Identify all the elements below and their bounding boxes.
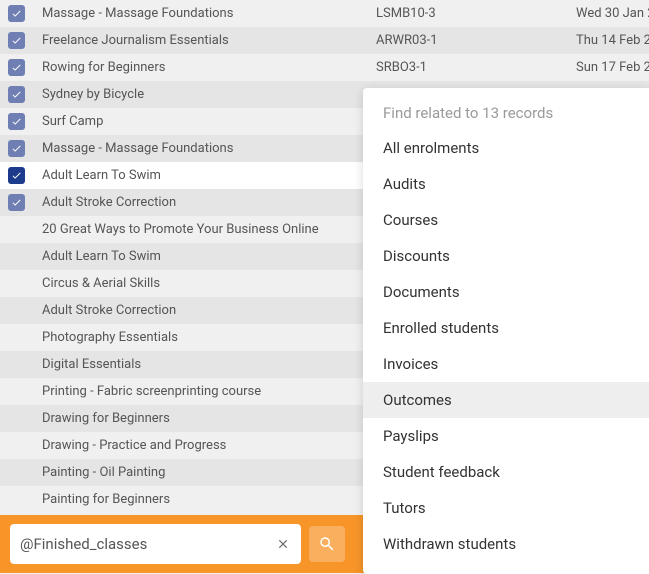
- checkbox-icon: [8, 59, 25, 76]
- class-date: Thu 14 Feb 2: [576, 33, 649, 48]
- class-name: Massage - Massage Foundations: [26, 6, 376, 21]
- dropdown-item[interactable]: Tutors: [363, 490, 649, 526]
- checkbox-icon: [8, 32, 25, 49]
- class-name: Adult Stroke Correction: [0, 303, 350, 318]
- class-name: Digital Essentials: [0, 357, 350, 372]
- checkbox-icon: [8, 113, 25, 130]
- class-name: Adult Stroke Correction: [26, 195, 376, 210]
- dropdown-item[interactable]: Outcomes: [363, 382, 649, 418]
- dropdown-item[interactable]: Invoices: [363, 346, 649, 382]
- checkbox-cell[interactable]: [0, 167, 26, 184]
- class-date: Sun 17 Feb 20: [576, 60, 649, 75]
- dropdown-title: Find related to 13 records: [363, 100, 649, 130]
- table-row[interactable]: Rowing for BeginnersSRBO3-1Sun 17 Feb 20: [0, 54, 649, 81]
- dropdown-item[interactable]: Payslips: [363, 418, 649, 454]
- dropdown-item[interactable]: Documents: [363, 274, 649, 310]
- checkbox-icon: [8, 167, 25, 184]
- class-name: Rowing for Beginners: [26, 60, 376, 75]
- class-name: Photography Essentials: [0, 330, 350, 345]
- dropdown-item[interactable]: Withdrawn students: [363, 526, 649, 562]
- class-name: Massage - Massage Foundations: [26, 141, 376, 156]
- class-name: Drawing for Beginners: [0, 411, 350, 426]
- clear-search-button[interactable]: [275, 536, 291, 552]
- class-name: Sydney by Bicycle: [26, 87, 376, 102]
- class-name: Drawing - Practice and Progress: [0, 438, 350, 453]
- class-name: Freelance Journalism Essentials: [26, 33, 376, 48]
- class-name: Printing - Fabric screenprinting course: [0, 384, 350, 399]
- class-name: Surf Camp: [26, 114, 376, 129]
- dropdown-item[interactable]: Courses: [363, 202, 649, 238]
- class-name: Painting for Beginners: [0, 492, 350, 507]
- checkbox-icon: [8, 5, 25, 22]
- dropdown-item[interactable]: Enrolled students: [363, 310, 649, 346]
- dropdown-item[interactable]: All enrolments: [363, 130, 649, 166]
- class-name: Adult Learn To Swim: [0, 249, 350, 264]
- checkbox-cell[interactable]: [0, 32, 26, 49]
- class-code: LSMB10-3: [376, 6, 576, 21]
- checkbox-cell[interactable]: [0, 140, 26, 157]
- checkbox-cell[interactable]: [0, 86, 26, 103]
- class-name: Painting - Oil Painting: [0, 465, 350, 480]
- checkbox-cell[interactable]: [0, 5, 26, 22]
- table-row[interactable]: Freelance Journalism EssentialsARWR03-1T…: [0, 27, 649, 54]
- checkbox-icon: [8, 140, 25, 157]
- search-box[interactable]: [10, 524, 301, 564]
- search-input[interactable]: [20, 535, 275, 553]
- class-code: ARWR03-1: [376, 33, 576, 48]
- checkbox-cell[interactable]: [0, 194, 26, 211]
- dropdown-item[interactable]: Audits: [363, 166, 649, 202]
- checkbox-icon: [8, 194, 25, 211]
- class-date: Wed 30 Jan 2: [576, 6, 649, 21]
- dropdown-item[interactable]: Student feedback: [363, 454, 649, 490]
- class-code: SRBO3-1: [376, 60, 576, 75]
- table-row[interactable]: Massage - Massage FoundationsLSMB10-3Wed…: [0, 0, 649, 27]
- find-related-dropdown: Find related to 13 records All enrolment…: [363, 88, 649, 574]
- search-button[interactable]: [309, 526, 345, 562]
- class-name: Circus & Aerial Skills: [0, 276, 350, 291]
- checkbox-cell[interactable]: [0, 113, 26, 130]
- class-name: 20 Great Ways to Promote Your Business O…: [0, 222, 350, 237]
- checkbox-cell[interactable]: [0, 59, 26, 76]
- dropdown-item[interactable]: Discounts: [363, 238, 649, 274]
- checkbox-icon: [8, 86, 25, 103]
- class-name: Adult Learn To Swim: [26, 168, 376, 183]
